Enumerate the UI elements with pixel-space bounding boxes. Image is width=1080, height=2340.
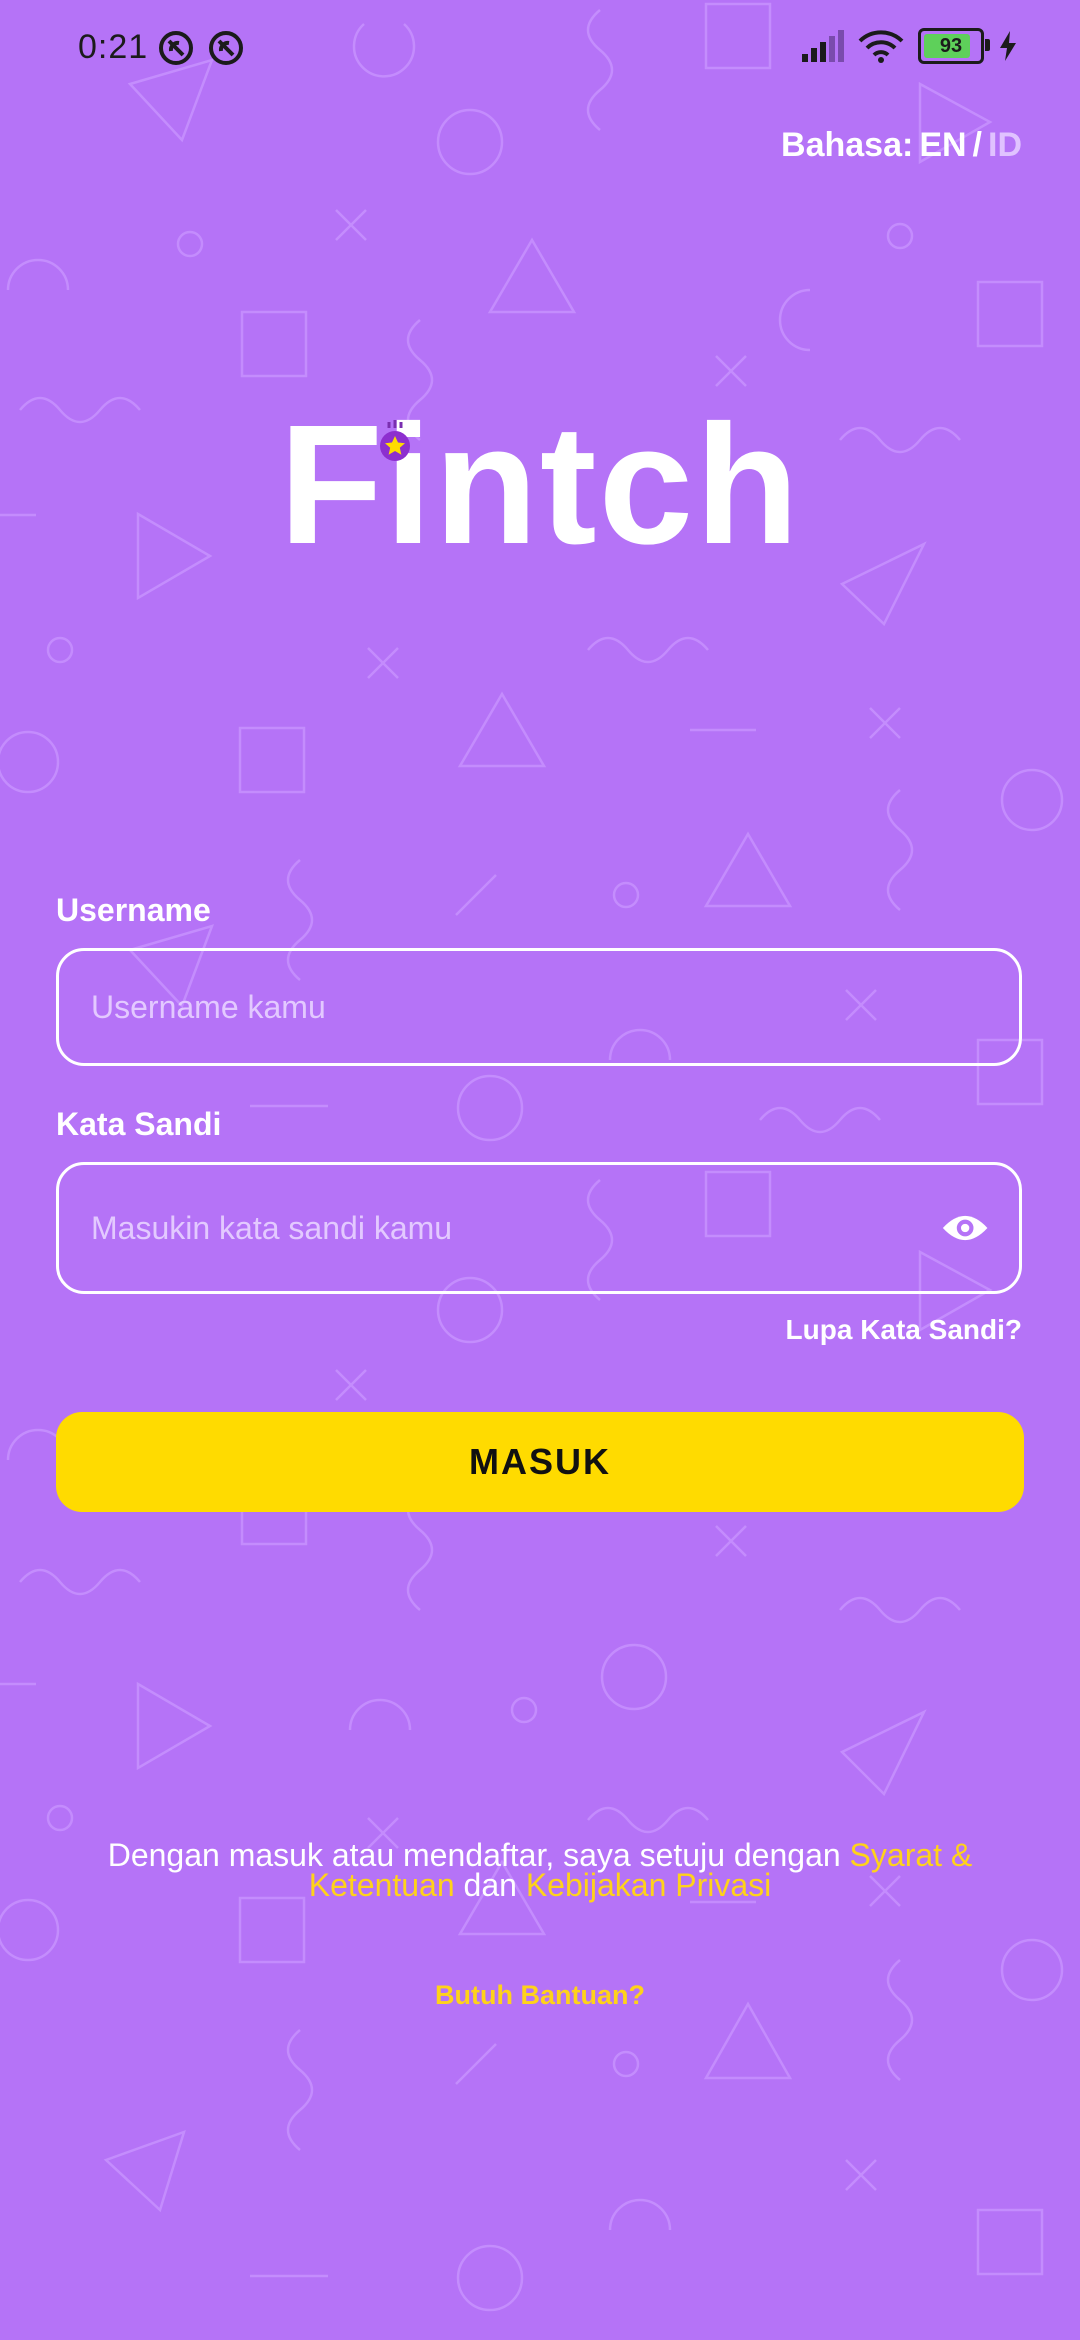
language-switcher: Bahasa: EN / ID: [781, 126, 1022, 165]
help-link[interactable]: Butuh Bantuan?: [0, 1980, 1080, 2011]
wifi-icon: [858, 30, 904, 63]
password-label: Kata Sandi: [56, 1106, 222, 1142]
username-field-container: [56, 948, 1022, 1066]
logo-text: Fintch: [279, 390, 801, 580]
battery-level: 93: [939, 34, 963, 57]
terms-text: Dengan masuk atau mendaftar, saya setuju…: [40, 1839, 1040, 1903]
language-separator: /: [972, 126, 982, 164]
language-label: Bahasa:: [781, 126, 914, 164]
vpn-icon: [159, 31, 193, 65]
app-logo: Fintch: [0, 400, 1080, 570]
privacy-policy-link[interactable]: Kebijakan Privasi: [526, 1867, 771, 1903]
username-label: Username: [56, 892, 211, 928]
language-id-option[interactable]: ID: [988, 126, 1022, 165]
battery-icon: 93: [918, 28, 990, 64]
show-password-icon[interactable]: [941, 1208, 989, 1248]
login-button[interactable]: MASUK: [56, 1412, 1024, 1512]
terms-middle: dan: [454, 1867, 526, 1903]
forgot-password-link[interactable]: Lupa Kata Sandi?: [786, 1314, 1022, 1346]
vpn-icon: [209, 31, 243, 65]
password-input[interactable]: [89, 1208, 929, 1248]
star-badge-icon: [380, 420, 410, 461]
username-input[interactable]: [89, 987, 989, 1027]
charging-icon: [1000, 31, 1016, 61]
status-time: 0:21: [78, 28, 149, 66]
status-bar: 0:21 93: [0, 0, 1080, 96]
signal-icon: [802, 30, 844, 62]
language-en-option[interactable]: EN: [919, 126, 966, 165]
password-field-container: [56, 1162, 1022, 1294]
